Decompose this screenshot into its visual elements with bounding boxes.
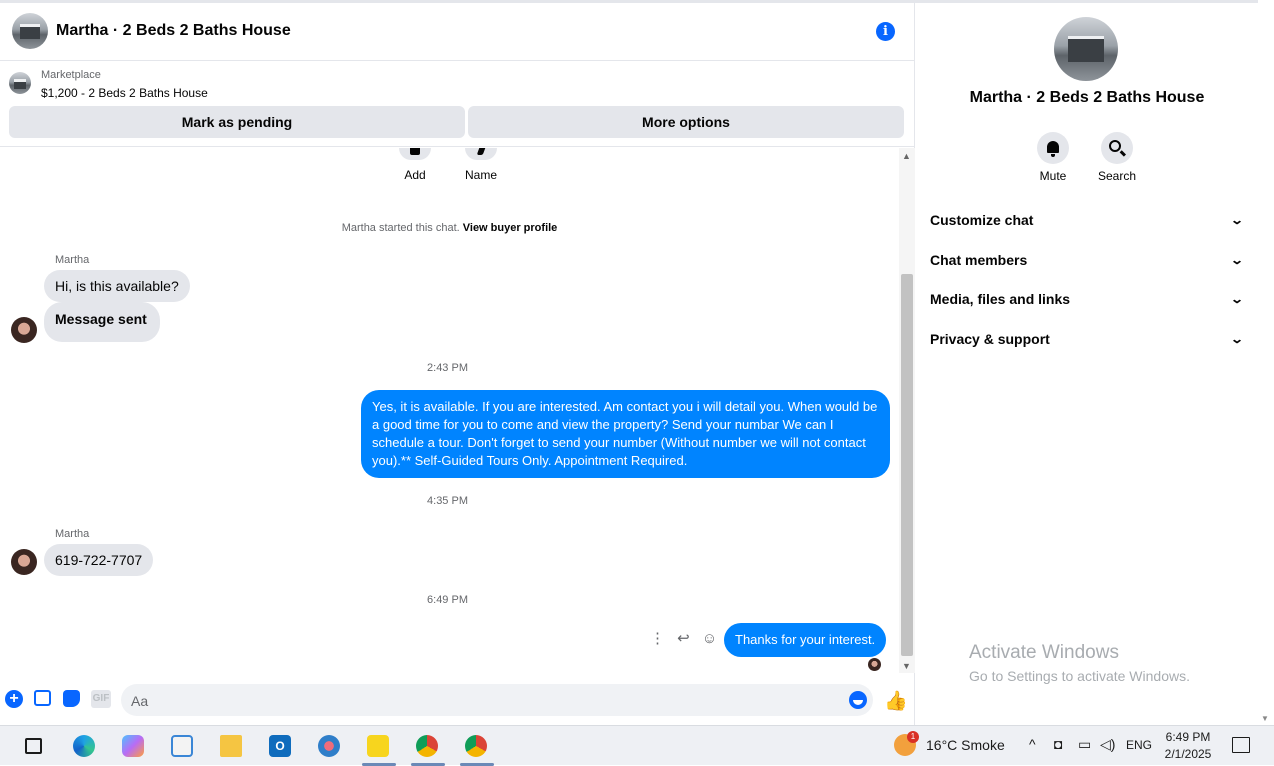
chat-header: Martha · 2 Beds 2 Baths House i bbox=[0, 3, 915, 61]
task-view-icon[interactable] bbox=[25, 738, 42, 754]
sender-name: Martha bbox=[55, 254, 90, 266]
view-buyer-profile-link[interactable]: View buyer profile bbox=[463, 222, 558, 234]
meet-icon[interactable]: ◘ bbox=[1054, 736, 1062, 752]
timestamp: 2:43 PM bbox=[427, 362, 468, 374]
section-customize-chat[interactable]: Customize chat ⌄ bbox=[930, 208, 1245, 232]
weather-badge: 1 bbox=[907, 731, 919, 743]
mute-label: Mute bbox=[1039, 169, 1067, 183]
chat-title[interactable]: Martha · 2 Beds 2 Baths House bbox=[56, 22, 291, 40]
more-icon[interactable]: ⋮ bbox=[650, 629, 665, 647]
scrollbar-thumb[interactable] bbox=[901, 274, 913, 656]
search-label: Search bbox=[1097, 169, 1137, 183]
emoji-icon[interactable] bbox=[849, 691, 867, 709]
chevron-down-icon: ⌄ bbox=[1229, 332, 1245, 346]
conversation-info-panel: Martha · 2 Beds 2 Baths House Mute Searc… bbox=[916, 3, 1258, 725]
add-contact-icon bbox=[399, 148, 431, 160]
scroll-down-arrow-icon[interactable]: ▼ bbox=[1261, 714, 1269, 723]
chat-window: Martha · 2 Beds 2 Baths House i Marketpl… bbox=[0, 3, 915, 725]
gif-icon[interactable]: GIF bbox=[91, 690, 111, 708]
watermark-title: Activate Windows bbox=[969, 642, 1119, 663]
mute-button[interactable]: Mute bbox=[1028, 132, 1078, 183]
watermark-subtitle: Go to Settings to activate Windows. bbox=[969, 668, 1190, 684]
network-icon[interactable]: ▭ bbox=[1078, 736, 1091, 753]
listing-thumbnail[interactable] bbox=[9, 72, 31, 94]
message-scrollbar[interactable]: ▲ ▼ bbox=[899, 148, 915, 673]
sender-avatar[interactable] bbox=[11, 549, 37, 575]
chat-started-notice: Martha started this chat. View buyer pro… bbox=[0, 222, 899, 234]
scroll-up-arrow-icon[interactable]: ▲ bbox=[902, 151, 911, 161]
seen-avatar bbox=[868, 658, 881, 671]
copilot-icon[interactable] bbox=[122, 735, 144, 757]
chrome-profile-icon[interactable] bbox=[465, 735, 487, 757]
page-scrollbar[interactable]: ▼ bbox=[1258, 0, 1274, 725]
paint-icon[interactable] bbox=[318, 735, 340, 757]
volume-icon[interactable]: ◁) bbox=[1100, 736, 1115, 753]
section-chat-members[interactable]: Chat members ⌄ bbox=[930, 248, 1245, 272]
quick-action-add[interactable]: Add bbox=[398, 148, 432, 182]
section-privacy-support[interactable]: Privacy & support ⌄ bbox=[930, 327, 1245, 351]
message-bubble-outgoing[interactable]: Thanks for your interest. bbox=[724, 623, 887, 657]
plus-icon[interactable]: + bbox=[5, 690, 23, 708]
message-tools: ⋮ ↩ ☺ bbox=[650, 629, 725, 647]
thumbs-up-icon[interactable]: 👍 bbox=[884, 689, 908, 713]
sender-name: Martha bbox=[55, 528, 90, 540]
search-icon bbox=[1109, 140, 1121, 152]
message-list: Add Name Martha started this chat. View … bbox=[0, 148, 899, 673]
quick-action-name[interactable]: Name bbox=[462, 148, 500, 182]
message-bubble-incoming[interactable]: Message sent bbox=[44, 302, 160, 342]
chrome-icon[interactable] bbox=[416, 735, 438, 757]
info-icon[interactable]: i bbox=[876, 22, 895, 41]
listing-source: Marketplace bbox=[41, 69, 101, 81]
timestamp: 6:49 PM bbox=[427, 594, 468, 606]
section-media-files-links[interactable]: Media, files and links ⌄ bbox=[930, 287, 1245, 311]
sticky-notes-icon[interactable] bbox=[367, 735, 389, 757]
clock-time: 6:49 PM bbox=[1165, 730, 1211, 744]
message-bubble-incoming[interactable]: Hi, is this available? bbox=[44, 270, 190, 302]
clock-date: 2/1/2025 bbox=[1164, 747, 1212, 761]
composer: + GIF Aa 👍 bbox=[0, 673, 915, 725]
sticker-icon[interactable] bbox=[63, 690, 80, 707]
message-bubble-incoming[interactable]: 619-722-7707 bbox=[44, 544, 154, 576]
listing-banner: Marketplace $1,200 - 2 Beds 2 Baths Hous… bbox=[0, 61, 915, 147]
edge-browser-icon[interactable] bbox=[73, 735, 95, 757]
chat-started-text: Martha started this chat. bbox=[341, 222, 460, 234]
activate-windows-watermark: Activate Windows Go to Settings to activ… bbox=[969, 642, 1190, 684]
reply-icon[interactable]: ↩ bbox=[677, 629, 690, 647]
microsoft-store-icon[interactable] bbox=[171, 735, 193, 757]
react-icon[interactable]: ☺ bbox=[702, 630, 717, 647]
mark-as-pending-button[interactable]: Mark as pending bbox=[9, 106, 465, 138]
listing-title[interactable]: $1,200 - 2 Beds 2 Baths House bbox=[41, 86, 208, 100]
chevron-down-icon: ⌄ bbox=[1229, 253, 1245, 267]
notification-icon[interactable] bbox=[1232, 737, 1250, 753]
chat-avatar[interactable] bbox=[12, 13, 48, 49]
search-button[interactable]: Search bbox=[1092, 132, 1142, 183]
language-indicator[interactable]: ENG bbox=[1126, 738, 1152, 752]
file-explorer-icon[interactable] bbox=[220, 735, 242, 757]
timestamp: 4:35 PM bbox=[427, 495, 468, 507]
edit-name-icon bbox=[465, 148, 497, 160]
outlook-icon[interactable]: O bbox=[269, 735, 291, 757]
sender-avatar[interactable] bbox=[11, 317, 37, 343]
weather-text[interactable]: 16°C Smoke bbox=[926, 737, 1005, 753]
panel-avatar[interactable] bbox=[1054, 17, 1118, 81]
section-label: Chat members bbox=[930, 252, 1028, 268]
bell-icon bbox=[1047, 141, 1059, 157]
more-options-button[interactable]: More options bbox=[468, 106, 904, 138]
scroll-down-arrow-icon[interactable]: ▼ bbox=[902, 661, 911, 671]
chevron-down-icon: ⌄ bbox=[1229, 292, 1245, 306]
panel-title: Martha · 2 Beds 2 Baths House bbox=[969, 89, 1205, 106]
section-label: Privacy & support bbox=[930, 331, 1050, 347]
chevron-up-icon[interactable]: ^ bbox=[1029, 736, 1036, 752]
chevron-down-icon: ⌄ bbox=[1229, 213, 1245, 227]
section-label: Media, files and links bbox=[930, 291, 1071, 307]
clock[interactable]: 6:49 PM 2/1/2025 bbox=[1160, 729, 1216, 763]
section-label: Customize chat bbox=[930, 212, 1034, 228]
message-input[interactable]: Aa bbox=[121, 684, 873, 716]
message-bubble-outgoing[interactable]: Yes, it is available. If you are interes… bbox=[361, 390, 890, 478]
quick-action-name-label: Name bbox=[464, 168, 497, 182]
quick-action-add-label: Add bbox=[404, 168, 426, 182]
message-input-placeholder: Aa bbox=[131, 693, 149, 709]
photo-icon[interactable] bbox=[34, 690, 51, 706]
windows-taskbar: O 1 16°C Smoke ^ ◘ ▭ ◁) ENG 6:49 PM 2/1/… bbox=[0, 725, 1274, 766]
